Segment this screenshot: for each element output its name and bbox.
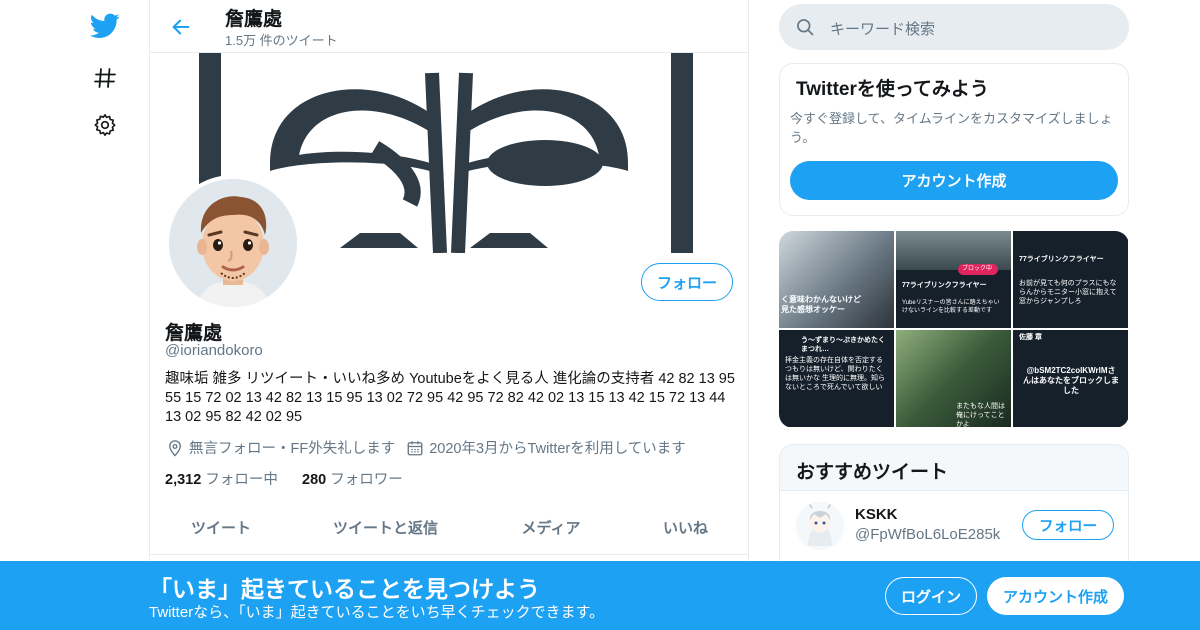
media-caption: 拝金主義の存在自体を否定するつもりは無いけど、関わりたくは無いかな 生理的に無理…	[785, 357, 885, 391]
media-caption: またもな人間は俺にけってことかよ	[956, 403, 1005, 427]
profile-name: 詹鷹處	[165, 323, 223, 344]
media-caption: く意味わかんないけど見た感想オッケー	[781, 295, 861, 314]
header-profile-name: 詹鷹處	[225, 9, 283, 30]
join-card-title: Twitterを使ってみよう	[796, 79, 989, 100]
bottom-bar-subtitle: Twitterなら、「いま」起きていることをいち早くチェックできます。	[149, 604, 605, 621]
media-thumb[interactable]: 77ライブリンクフライヤー お前が見ても何のプラスにもならんからモニター小窓に抱…	[1013, 231, 1128, 328]
tab-tweets[interactable]: ツイート	[150, 500, 292, 555]
tab-tweets-and-replies[interactable]: ツイートと返信	[292, 500, 479, 555]
profile-column: 詹鷹處 1.5万 件のツイート フォロー 詹鷹處 @ioriandokoro 趣…	[149, 0, 749, 630]
media-caption: お前が見ても何のプラスにもならんからモニター小窓に抱えて窓からジャンプしろ	[1019, 280, 1117, 305]
create-account-button[interactable]: アカウント作成	[790, 161, 1118, 200]
media-title: 77ライブリンクフライヤー	[902, 282, 987, 289]
profile-avatar[interactable]	[165, 175, 301, 311]
media-thumb[interactable]: またもな人間は俺にけってことかよ	[896, 330, 1011, 427]
calendar-icon	[405, 438, 425, 458]
join-twitter-card: Twitterを使ってみよう 今すぐ登録して、タイムラインをカスタマイズしましょ…	[779, 63, 1129, 216]
media-caption: @bSM2TC2colKWrlMさんはあなたをブロックしました	[1023, 366, 1119, 395]
search-placeholder: キーワード検索	[830, 21, 936, 38]
followers-link[interactable]: 280 フォロワー	[302, 472, 403, 488]
recommendations-title: おすすめツイート	[796, 462, 949, 483]
profile-tabs: ツイート ツイートと返信 メディア いいね	[150, 500, 748, 555]
recommended-user-handle: @FpWfBoL6LoE285k	[855, 526, 1001, 543]
follow-recommended-button[interactable]: フォロー	[1022, 510, 1114, 540]
profile-join-date: 2020年3月からTwitterを利用しています	[429, 441, 686, 457]
profile-bio: 趣味垢 雑多 リツイート・いいね多め Youtubeをよく見る人 進化論の支持者…	[165, 371, 735, 425]
follow-button[interactable]: フォロー	[641, 263, 733, 301]
signup-bottom-bar: 「いま」起きていることを見つけよう Twitterなら、「いま」起きていることを…	[0, 561, 1200, 630]
location-pin-icon	[165, 438, 185, 458]
profile-header-bar: 詹鷹處 1.5万 件のツイート	[150, 0, 748, 53]
recommended-tweets-card: おすすめツイート KSKK @FpWfBoL6LoE285k フォロー	[779, 444, 1129, 575]
left-nav	[0, 0, 150, 630]
media-badge: ブロック中	[962, 266, 993, 272]
media-thumb[interactable]: う〜ずまり〜ぷきかめたくまつれ… 拝金主義の存在自体を否定するつもりは無いけど、…	[779, 330, 894, 427]
profile-stats: 2,312 フォロー中 280 フォロワー	[165, 468, 403, 489]
search-icon	[795, 17, 815, 42]
media-thumbnail-grid: く意味わかんないけど見た感想オッケー ブロック中 77ライブリンクフライヤー Y…	[779, 231, 1129, 428]
media-thumb[interactable]: 佐藤 章 @bSM2TC2colKWrlMさんはあなたをブロックしました	[1013, 330, 1128, 427]
profile-location: 無言フォロー・FF外失礼します	[189, 441, 396, 457]
header-tweet-count: 1.5万 件のツイート	[225, 33, 338, 48]
tab-likes[interactable]: いいね	[623, 500, 748, 555]
recommended-user-name[interactable]: KSKK	[855, 506, 898, 523]
profile-meta: 無言フォロー・FF外失礼します 2020年3月からTwitterを利用しています	[165, 437, 686, 458]
followers-count: 280	[302, 472, 327, 488]
back-arrow-icon[interactable]	[166, 12, 196, 42]
media-caption: Yubeリスナーの皆さんに踏えちゃいけないラインを比較する差動です	[902, 300, 1000, 314]
tab-media[interactable]: メディア	[479, 500, 623, 555]
following-link[interactable]: 2,312 フォロー中	[165, 472, 278, 488]
hashtag-icon[interactable]	[88, 61, 122, 95]
avatar[interactable]	[796, 502, 844, 550]
followers-label: フォロワー	[330, 472, 403, 488]
following-count: 2,312	[165, 472, 202, 488]
following-label: フォロー中	[205, 472, 278, 488]
media-thumb[interactable]: く意味わかんないけど見た感想オッケー	[779, 231, 894, 328]
media-thumb[interactable]: ブロック中 77ライブリンクフライヤー Yubeリスナーの皆さんに踏えちゃいけな…	[896, 231, 1011, 328]
signup-button[interactable]: アカウント作成	[987, 577, 1124, 615]
gear-icon[interactable]	[88, 108, 122, 142]
search-input[interactable]: キーワード検索	[779, 4, 1129, 50]
media-title: 佐藤 章	[1019, 334, 1042, 341]
join-card-description: 今すぐ登録して、タイムラインをカスタマイズしましょう。	[790, 111, 1113, 145]
login-button[interactable]: ログイン	[885, 577, 977, 615]
media-title: 77ライブリンクフライヤー	[1019, 256, 1104, 263]
twitter-logo-icon[interactable]	[88, 9, 122, 43]
media-title: う〜ずまり〜ぷきかめたくまつれ…	[801, 337, 885, 353]
profile-handle[interactable]: @ioriandokoro	[165, 342, 263, 359]
bottom-bar-title: 「いま」起きていることを見つけよう	[149, 576, 540, 602]
